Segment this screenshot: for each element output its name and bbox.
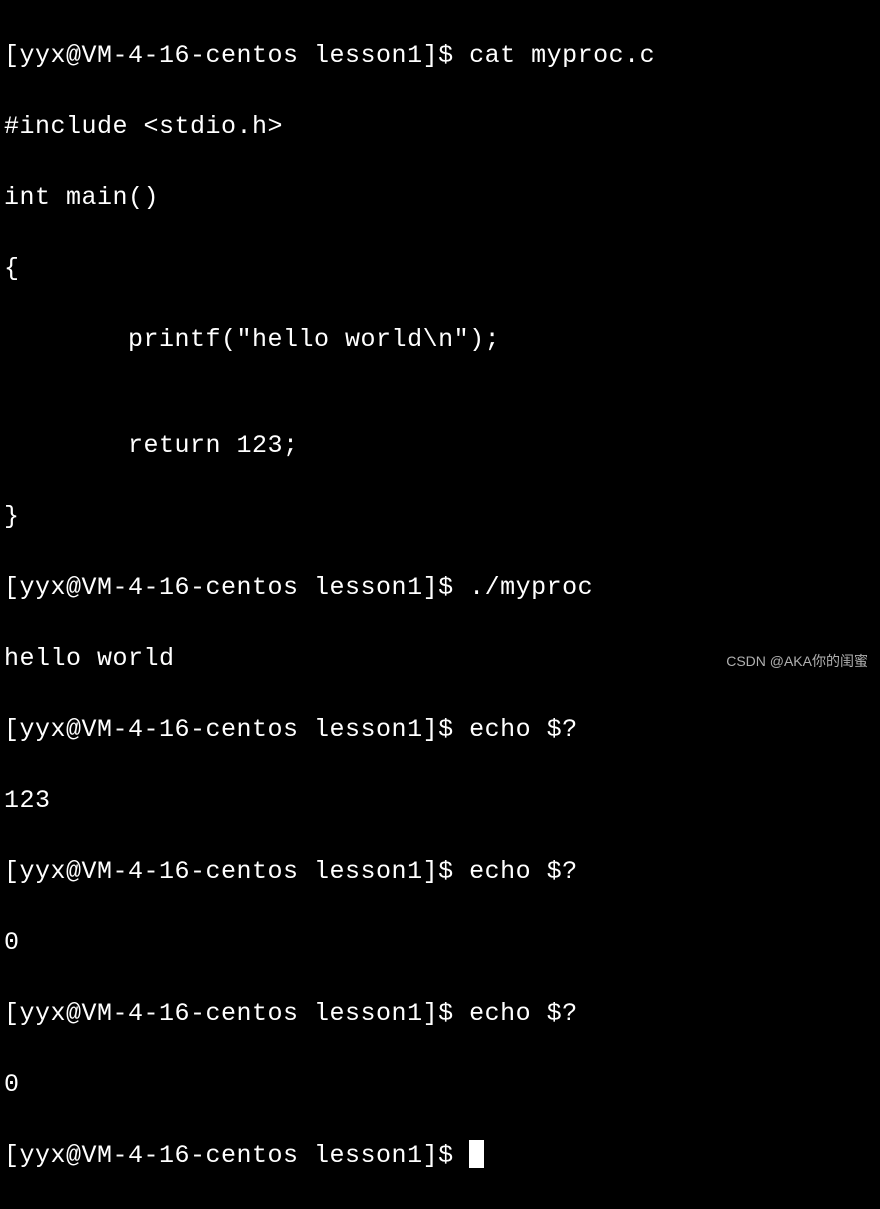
source-line: printf("hello world\n"); — [4, 322, 876, 358]
source-line: return 123; — [4, 428, 876, 464]
cursor-icon — [469, 1140, 484, 1168]
shell-prompt: [yyx@VM-4-16-centos lesson1]$ — [4, 999, 469, 1028]
command-line[interactable]: [yyx@VM-4-16-centos lesson1]$ echo $? — [4, 854, 876, 890]
command-text: ./myproc — [469, 573, 593, 602]
command-text: echo $? — [469, 999, 578, 1028]
shell-prompt: [yyx@VM-4-16-centos lesson1]$ — [4, 1141, 469, 1170]
source-line: int main() — [4, 180, 876, 216]
watermark-text: CSDN @AKA你的闺蜜 — [726, 652, 868, 672]
shell-prompt: [yyx@VM-4-16-centos lesson1]$ — [4, 857, 469, 886]
command-text: echo $? — [469, 857, 578, 886]
command-text: cat myproc.c — [469, 41, 655, 70]
command-line[interactable]: [yyx@VM-4-16-centos lesson1]$ ./myproc — [4, 570, 876, 606]
source-line: #include <stdio.h> — [4, 109, 876, 145]
source-line: } — [4, 499, 876, 535]
shell-prompt: [yyx@VM-4-16-centos lesson1]$ — [4, 573, 469, 602]
exit-code-output: 0 — [4, 925, 876, 961]
exit-code-output: 123 — [4, 783, 876, 819]
shell-prompt: [yyx@VM-4-16-centos lesson1]$ — [4, 41, 469, 70]
command-line[interactable]: [yyx@VM-4-16-centos lesson1]$ echo $? — [4, 996, 876, 1032]
shell-prompt: [yyx@VM-4-16-centos lesson1]$ — [4, 715, 469, 744]
command-line-active[interactable]: [yyx@VM-4-16-centos lesson1]$ — [4, 1138, 876, 1174]
exit-code-output: 0 — [4, 1067, 876, 1103]
command-line[interactable]: [yyx@VM-4-16-centos lesson1]$ cat myproc… — [4, 38, 876, 74]
source-line: { — [4, 251, 876, 287]
terminal-output: [yyx@VM-4-16-centos lesson1]$ cat myproc… — [4, 2, 876, 1209]
command-text: echo $? — [469, 715, 578, 744]
command-line[interactable]: [yyx@VM-4-16-centos lesson1]$ echo $? — [4, 712, 876, 748]
